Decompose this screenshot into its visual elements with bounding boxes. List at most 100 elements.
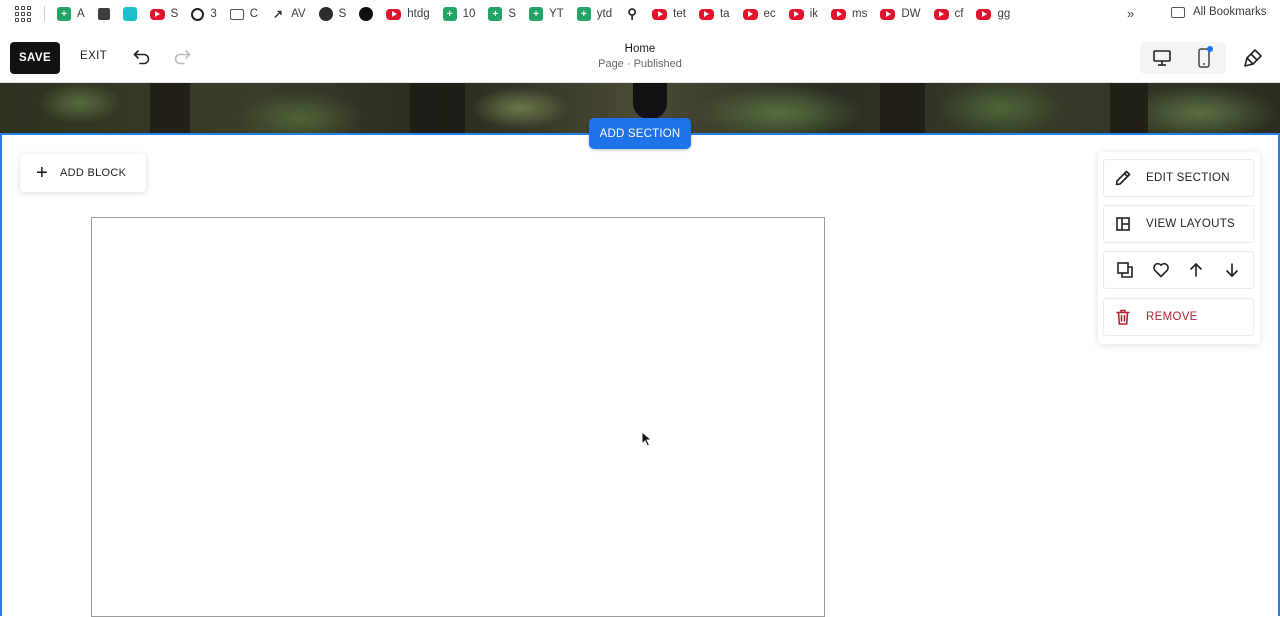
bookmark-label: S (338, 8, 347, 20)
bookmark-item[interactable]: C (229, 8, 259, 20)
heart-icon[interactable] (1150, 259, 1172, 281)
bookmark-item[interactable]: cf (933, 8, 964, 20)
bookmark-label: S (508, 8, 517, 20)
sheets-icon: + (57, 7, 71, 21)
pin-icon: ⚲ (627, 6, 637, 21)
view-layouts-label: VIEW LAYOUTS (1146, 218, 1236, 230)
mobile-indicator-dot (1207, 46, 1213, 52)
save-button[interactable]: SAVE (10, 42, 60, 74)
bookmark-item[interactable]: tet (652, 8, 686, 20)
content-block-frame[interactable] (91, 217, 825, 617)
bookmark-item[interactable]: ec (742, 8, 776, 20)
remove-section-button[interactable]: REMOVE (1103, 298, 1254, 336)
hiker-figure (633, 83, 667, 119)
trash-icon (1116, 309, 1130, 325)
bookmark-label: htdg (407, 8, 430, 20)
github-icon (359, 7, 374, 21)
sheets-icon: + (576, 7, 591, 21)
bookmark-item[interactable]: + A (57, 7, 85, 21)
bookmark-label: AV (291, 8, 306, 20)
bookmark-label: C (249, 8, 259, 20)
bookmark-item[interactable]: ⚲ (625, 6, 639, 21)
trend-chart-icon: ↗ (273, 7, 284, 21)
bookmark-item[interactable]: + S (488, 7, 516, 21)
view-layouts-button[interactable]: VIEW LAYOUTS (1103, 205, 1254, 243)
bookmark-item[interactable] (122, 7, 137, 21)
globe-icon (318, 7, 333, 21)
section-actions-panel: EDIT SECTION VIEW LAYOUTS REMOVE (1098, 152, 1260, 344)
bookmark-label: tet (673, 8, 686, 20)
all-bookmarks-label: All Bookmarks (1193, 6, 1267, 18)
more-bookmarks-button[interactable]: » (1127, 6, 1134, 21)
bookmark-label: DW (901, 8, 921, 20)
bookmark-item[interactable]: + YT (529, 7, 564, 21)
redo-icon[interactable] (172, 47, 192, 67)
youtube-icon (742, 8, 758, 20)
undo-icon[interactable] (132, 47, 152, 67)
youtube-icon (149, 8, 165, 20)
folder-icon (1171, 6, 1185, 18)
page-title[interactable]: Home (540, 43, 740, 55)
bookmark-label: 3 (210, 8, 217, 20)
bookmark-label: 10 (462, 8, 476, 20)
bookmark-item[interactable]: ik (788, 8, 818, 20)
remove-label: REMOVE (1146, 311, 1198, 323)
folder-icon (229, 8, 244, 20)
arrow-up-icon[interactable] (1185, 259, 1207, 281)
bookmark-item[interactable]: ta (698, 8, 730, 20)
duplicate-icon[interactable] (1114, 259, 1136, 281)
add-section-button[interactable]: ADD SECTION (589, 118, 691, 149)
bookmark-item[interactable]: + ytd (576, 7, 613, 21)
bookmark-item[interactable]: +10 (442, 7, 476, 21)
youtube-icon (831, 8, 846, 20)
bookmark-label: cf (954, 8, 964, 20)
threads-icon (191, 7, 205, 21)
youtube-icon (788, 8, 804, 20)
youtube-icon (652, 8, 668, 20)
editor-toolbar: SAVE EXIT Home Page · Published (0, 28, 1280, 83)
bookmark-item[interactable]: DW (880, 8, 921, 20)
sheets-icon: + (488, 7, 503, 21)
bookmark-list: + A S 3 C ↗ AV Shtdg +10 + S + YT + ytd ⚲ tet ta ec ik ms DW c… (57, 6, 1023, 21)
edit-section-label: EDIT SECTION (1146, 172, 1230, 184)
bookmark-label: ik (809, 8, 818, 20)
arrow-down-icon[interactable] (1221, 259, 1243, 281)
canva-icon (122, 7, 137, 21)
bookmark-item[interactable] (97, 8, 110, 20)
bookmark-item[interactable]: S (318, 7, 347, 21)
sheets-icon: + (529, 7, 544, 21)
mouse-cursor-icon (641, 431, 653, 447)
add-block-button[interactable]: + ADD BLOCK (20, 154, 146, 192)
bookmark-label: ytd (596, 8, 613, 20)
exit-button[interactable]: EXIT (80, 50, 107, 62)
desktop-view-icon[interactable] (1151, 48, 1173, 68)
page-status: Page · Published (598, 58, 682, 70)
layout-icon (1116, 217, 1130, 231)
site-styles-brush-icon[interactable] (1242, 47, 1264, 69)
bookmark-item[interactable]: gg (976, 8, 1010, 20)
bookmark-item[interactable]: ↗ AV (271, 7, 306, 21)
sheets-icon: + (442, 7, 457, 21)
bookmark-label: ta (719, 8, 730, 20)
youtube-icon (976, 8, 992, 20)
bookmark-item[interactable] (359, 7, 374, 21)
bookmark-label: gg (997, 8, 1011, 20)
youtube-icon (698, 8, 714, 20)
apps-grid-icon[interactable] (14, 5, 32, 23)
bookmark-item[interactable]: htdg (386, 8, 430, 20)
edit-section-button[interactable]: EDIT SECTION (1103, 159, 1254, 197)
add-block-label: ADD BLOCK (59, 167, 127, 179)
bookmark-label: ms (852, 8, 868, 20)
youtube-icon (386, 8, 402, 20)
bookmarks-bar: + A S 3 C ↗ AV Shtdg +10 + S + YT + ytd ⚲ tet ta ec ik ms DW c… (0, 0, 1280, 28)
bookmark-label: ec (763, 8, 776, 20)
bookmark-item[interactable]: 3 (191, 7, 217, 21)
bookmark-item[interactable]: S (149, 8, 178, 20)
pencil-icon (1115, 170, 1131, 186)
bookmark-label: A (77, 8, 85, 20)
plus-icon: + (36, 162, 48, 184)
bookmark-label: YT (549, 8, 564, 20)
all-bookmarks-button[interactable]: All Bookmarks (1171, 6, 1267, 18)
bookmarks-divider (44, 6, 45, 22)
bookmark-item[interactable]: ms (831, 8, 867, 20)
